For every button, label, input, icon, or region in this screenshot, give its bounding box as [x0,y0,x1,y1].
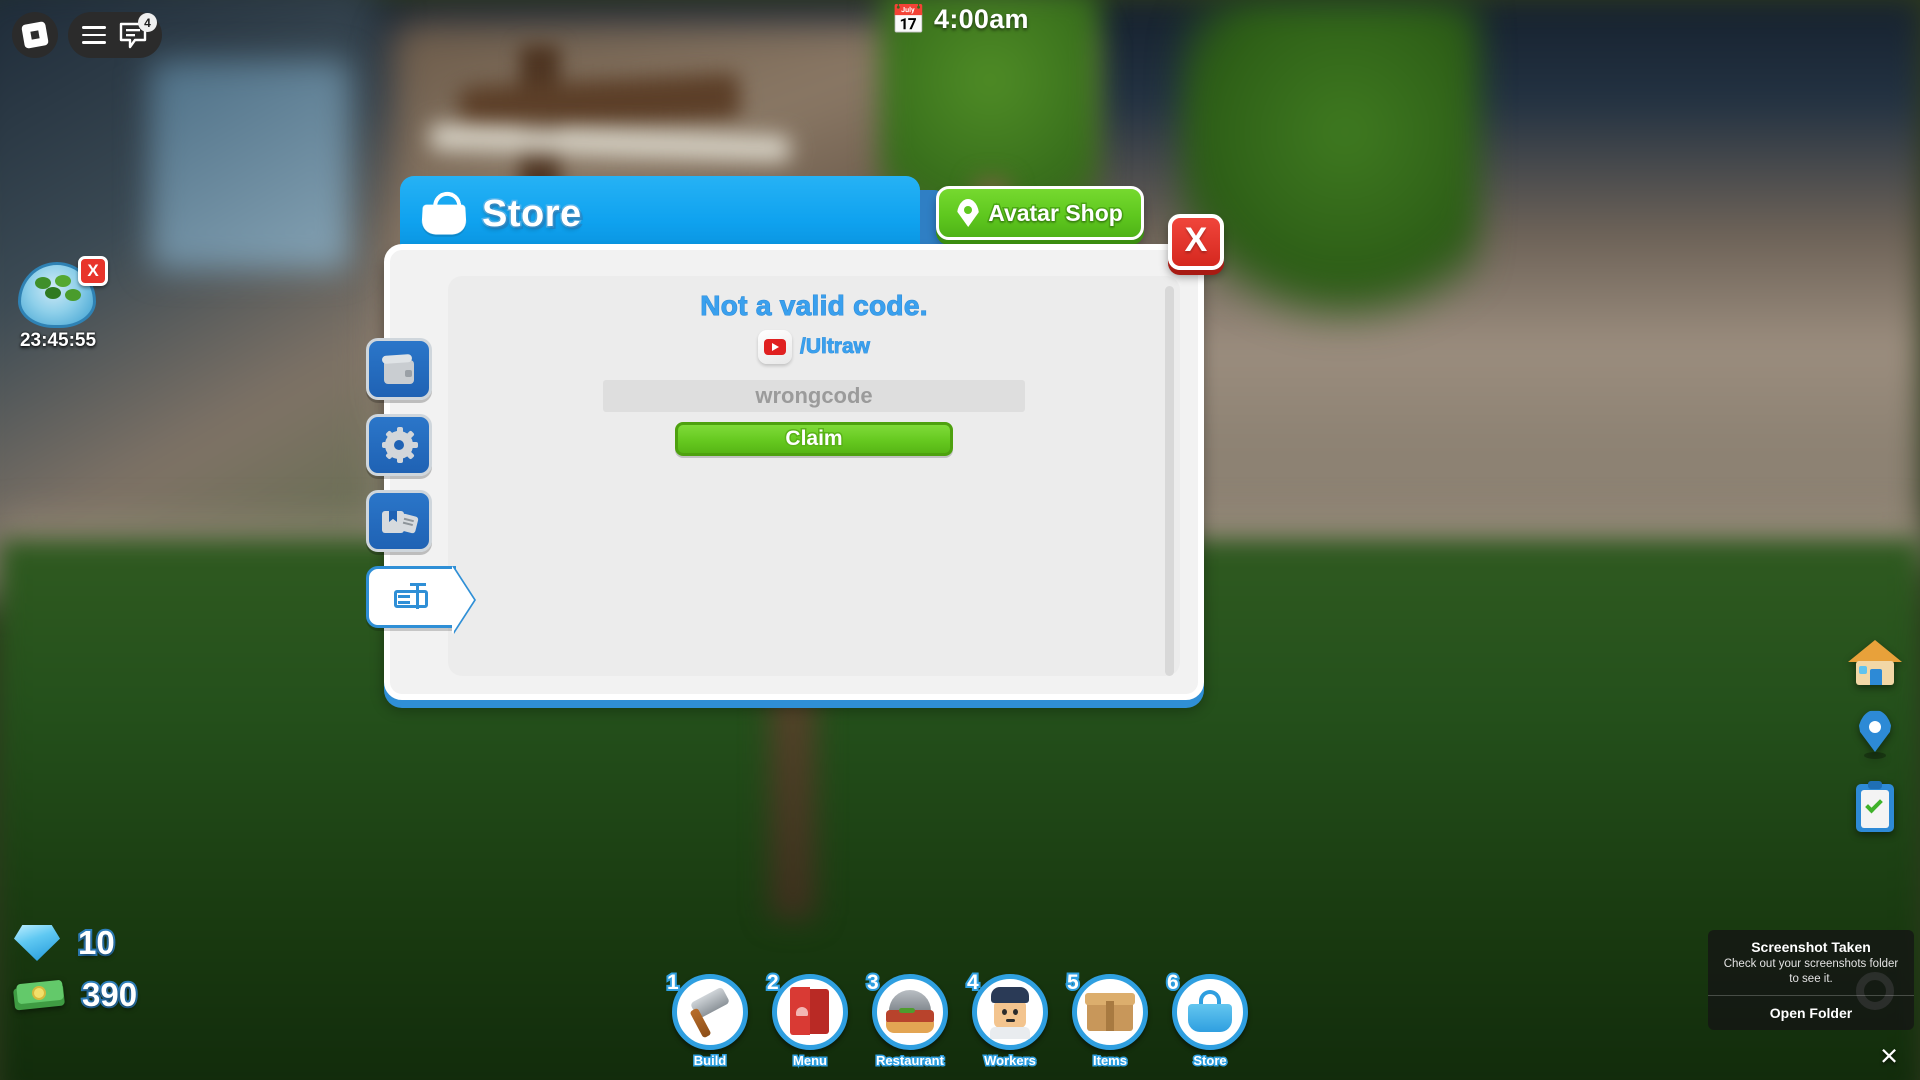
store-panel: Not a valid code. /Ultraw wrongcode Clai… [366,244,1204,700]
toast-close-button[interactable]: × [1870,1038,1908,1076]
youtube-icon [757,330,792,364]
shopping-basket-icon [420,188,468,236]
close-button[interactable]: X [1168,214,1224,270]
code-input[interactable]: wrongcode [603,380,1025,412]
menu-book-icon [788,987,832,1037]
social-handle-row[interactable]: /Ultraw [448,330,1180,364]
close-icon: X [1184,221,1208,259]
hotbar: 1 Build 2 Menu 3 Restaurant 4 Workers 5 … [0,969,1920,1070]
clock-time: 4:00am [934,4,1029,34]
background-tree [1180,0,1480,330]
timer-widget: X 23:45:55 [12,256,108,352]
location-pin-icon [957,199,979,227]
status-message: Not a valid code. [700,290,928,322]
gear-icon [381,427,418,463]
hotbar-number: 3 [865,969,881,996]
hotbar-slot-items[interactable]: 5 Items [1065,969,1151,1070]
hotbar-slot-menu[interactable]: 2 Menu [765,969,851,1070]
toast-title: Screenshot Taken [1751,939,1871,956]
hotbar-label: Restaurant [875,1052,946,1070]
sidebar-item-catalog[interactable] [366,490,432,552]
hotbar-label: Items [1092,1052,1129,1070]
hammer-icon [684,986,736,1039]
codes-panel: Not a valid code. /Ultraw wrongcode Clai… [448,276,1180,676]
hotbar-label: Workers [983,1052,1038,1070]
calendar-icon: 📅 [891,3,926,35]
hotbar-slot-store[interactable]: 6 Store [1165,969,1251,1070]
clipboard-check-icon[interactable] [1844,780,1906,838]
store-sidebar [366,338,470,642]
store-window: Store Avatar Shop X Not a valid code. /U… [366,176,1224,700]
basket-icon [1185,990,1235,1034]
screenshot-toast: Screenshot Taken Check out your screensh… [1708,930,1914,1030]
store-title-tab: Store [400,176,946,252]
panel-scrollbar[interactable] [1165,286,1174,676]
gems-value: 10 [76,922,117,963]
social-handle-label: /Ultraw [799,335,871,359]
toast-body: Check out your screenshots folder to see… [1723,958,1899,986]
box-icon [1085,991,1135,1033]
worker-icon [986,987,1034,1039]
avatar-shop-button[interactable]: Avatar Shop [936,186,1144,240]
book-tag-icon [381,505,419,537]
right-action-buttons [1844,636,1906,838]
hotbar-number: 5 [1065,969,1081,996]
hotbar-slot-build[interactable]: 1 Build [665,969,751,1070]
page-title: Store [481,191,583,236]
timer-close-button[interactable]: X [78,256,108,286]
inventory-box-icon [381,353,417,385]
claim-button-label: Claim [784,426,844,452]
timer-remaining: 23:45:55 [19,330,97,351]
claim-button[interactable]: Claim [675,422,953,456]
code-ticket-icon [393,581,429,613]
house-icon[interactable] [1844,636,1906,694]
gem-icon [14,925,60,961]
game-clock: 📅 4:00am [0,4,1920,35]
hotbar-label: Menu [792,1052,829,1070]
gems-row: 10 [14,922,137,963]
sidebar-item-upgrades[interactable] [366,414,432,476]
hotbar-number: 1 [665,969,681,996]
open-folder-button[interactable]: Open Folder [1708,996,1914,1030]
hotbar-slot-workers[interactable]: 4 Workers [965,969,1051,1070]
background-window [150,60,350,270]
hotbar-number: 2 [765,969,781,996]
hotbar-label: Build [692,1052,728,1070]
hotbar-slot-restaurant[interactable]: 3 Restaurant [865,969,951,1070]
hotbar-number: 4 [965,969,981,996]
code-redeem-section: Not a valid code. /Ultraw wrongcode Clai… [448,290,1180,456]
sidebar-item-codes[interactable] [366,566,456,628]
avatar-shop-label: Avatar Shop [987,198,1125,227]
map-pin-icon[interactable] [1844,708,1906,766]
sidebar-item-inventory[interactable] [366,338,432,400]
burger-icon [883,990,937,1034]
hotbar-number: 6 [1165,969,1181,996]
hotbar-label: Store [1192,1052,1228,1070]
